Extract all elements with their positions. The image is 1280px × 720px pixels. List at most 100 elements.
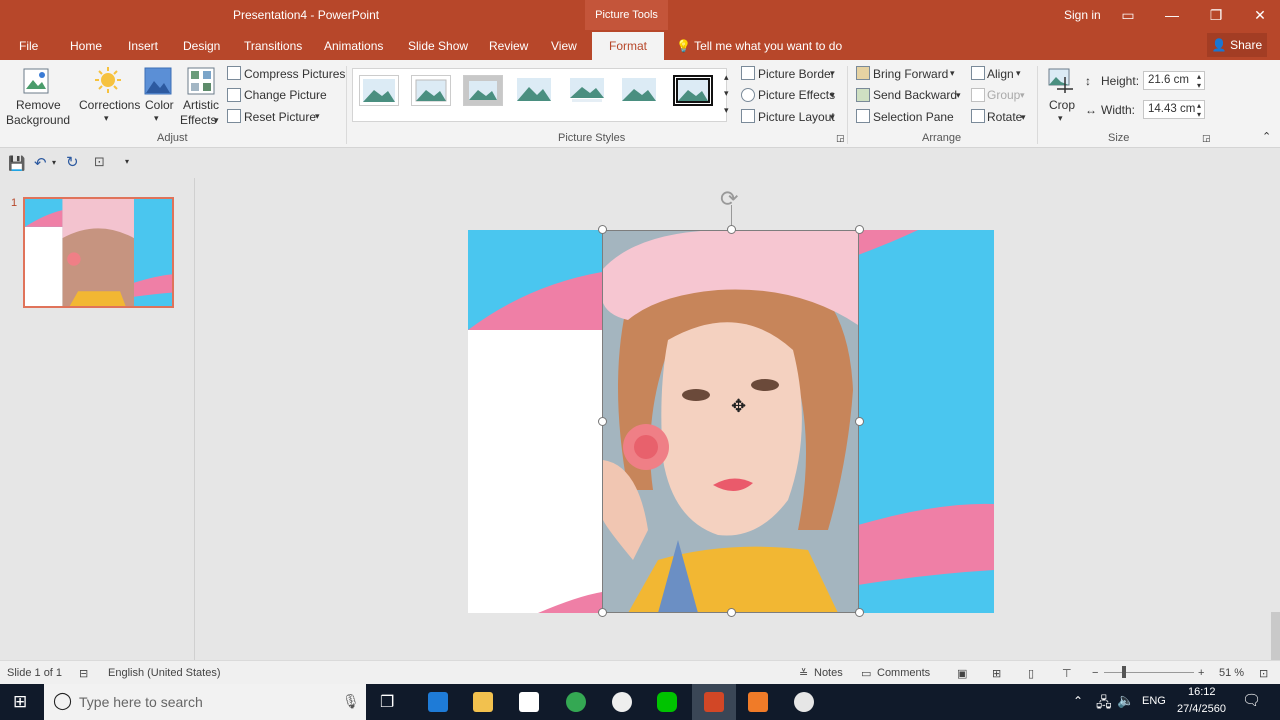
clock-date[interactable]: 27/4/2560 — [1177, 703, 1226, 715]
tab-home[interactable]: Home — [70, 39, 102, 53]
layout-dropdown-icon: ▾ — [830, 112, 835, 122]
volume-icon[interactable]: 🔈 — [1117, 692, 1134, 709]
zoom-in-icon[interactable]: + — [1198, 667, 1204, 679]
show-hidden-icons-icon[interactable]: ⌃ — [1073, 694, 1083, 708]
vertical-scrollbar[interactable] — [1271, 612, 1280, 660]
restore-button[interactable]: ❐ — [1194, 0, 1238, 30]
sign-in-link[interactable]: Sign in — [1064, 8, 1101, 22]
line-icon[interactable] — [657, 692, 677, 712]
send-backward-icon — [856, 88, 870, 102]
width-input[interactable]: 14.43 cm — [1143, 100, 1205, 119]
resize-handle-s[interactable] — [727, 608, 736, 617]
store-icon[interactable] — [519, 692, 539, 712]
artistic-effects-icon — [187, 67, 215, 95]
tell-me-box[interactable]: 💡 Tell me what you want to do — [676, 39, 842, 53]
fit-to-window-icon[interactable]: ⊡ — [1259, 667, 1268, 680]
task-view-icon[interactable]: ❐ — [380, 692, 394, 712]
align-dropdown-icon: ▾ — [1016, 68, 1021, 78]
zoom-slider[interactable] — [1104, 672, 1194, 673]
picture-styles-dialog-launcher-icon[interactable]: ◲ — [836, 133, 845, 144]
rotate-icon — [971, 109, 985, 123]
picture-style-5[interactable] — [568, 75, 608, 106]
move-cursor-icon: ✥ — [731, 396, 747, 416]
send-backward-dropdown-icon: ▾ — [956, 90, 961, 100]
slideshow-view-icon[interactable]: ⊤ — [1062, 667, 1072, 680]
resize-handle-ne[interactable] — [855, 225, 864, 234]
slide-thumbnail-preview — [25, 199, 172, 306]
gallery-more-icon[interactable]: ▾ — [724, 105, 729, 116]
share-button[interactable]: 👤 Share — [1207, 33, 1267, 57]
start-from-beginning-icon[interactable]: ⊡ — [94, 154, 105, 170]
picture-style-3[interactable] — [463, 75, 503, 106]
spelling-icon[interactable]: ⊟ — [79, 667, 88, 680]
zoom-out-icon[interactable]: − — [1092, 667, 1098, 679]
ribbon-display-options-icon[interactable]: ▭ — [1106, 0, 1150, 30]
resize-handle-sw[interactable] — [598, 608, 607, 617]
tab-slide-show[interactable]: Slide Show — [408, 39, 468, 53]
gallery-scroll-down-icon[interactable]: ▾ — [724, 88, 729, 99]
resize-handle-nw[interactable] — [598, 225, 607, 234]
normal-view-icon[interactable]: ▣ — [957, 667, 967, 680]
remove-background-icon — [23, 68, 49, 94]
corrections-label: Corrections — [79, 98, 141, 112]
slide-thumbnail[interactable] — [23, 197, 174, 308]
resize-handle-se[interactable] — [855, 608, 864, 617]
height-spinner-icon[interactable]: ▴ ▾ — [1197, 72, 1201, 90]
comments-button[interactable]: Comments — [877, 667, 930, 679]
tab-file[interactable]: File — [19, 39, 38, 53]
resize-handle-e[interactable] — [855, 417, 864, 426]
file-explorer-icon[interactable] — [473, 692, 493, 712]
app-icon[interactable] — [612, 692, 632, 712]
tab-insert[interactable]: Insert — [128, 39, 158, 53]
resize-handle-n[interactable] — [727, 225, 736, 234]
picture-style-2[interactable] — [411, 75, 451, 106]
powerpoint-icon — [704, 692, 724, 712]
reading-view-icon[interactable]: ▯ — [1028, 667, 1034, 680]
app-icon[interactable] — [748, 692, 768, 712]
redo-icon[interactable]: ↻ — [66, 153, 79, 171]
clock-time[interactable]: 16:12 — [1188, 686, 1216, 698]
tab-review[interactable]: Review — [489, 39, 528, 53]
taskbar-search-box[interactable]: ◯ Type here to search 🎙 — [44, 684, 366, 720]
zoom-slider-thumb[interactable] — [1122, 666, 1126, 678]
group-label: Group — [987, 88, 1021, 102]
windows-start-icon[interactable]: ⊞ — [13, 692, 27, 712]
rotate-handle-icon[interactable]: ⟳ — [720, 186, 738, 212]
zoom-level[interactable]: 51 % — [1219, 667, 1244, 679]
size-dialog-launcher-icon[interactable]: ◲ — [1202, 133, 1211, 144]
tab-animations[interactable]: Animations — [324, 39, 383, 53]
undo-dropdown-icon[interactable]: ▾ — [52, 158, 56, 167]
chrome-icon[interactable] — [566, 692, 586, 712]
customize-qat-icon[interactable]: ▾ — [125, 157, 129, 166]
picture-style-1[interactable] — [359, 75, 399, 106]
picture-layout-icon — [741, 109, 755, 123]
tab-transitions[interactable]: Transitions — [244, 39, 302, 53]
collapse-ribbon-icon[interactable]: ⌃ — [1262, 130, 1271, 143]
height-input[interactable]: 21.6 cm — [1143, 71, 1205, 90]
action-center-icon[interactable]: 🗨 — [1242, 691, 1261, 709]
edge-icon[interactable] — [428, 692, 448, 712]
gallery-scroll-up-icon[interactable]: ▴ — [724, 72, 729, 83]
style-preview-icon — [570, 78, 604, 102]
app-icon[interactable] — [794, 692, 814, 712]
language[interactable]: English (United States) — [108, 667, 221, 679]
close-button[interactable]: ✕ — [1238, 0, 1280, 30]
powerpoint-taskbar-button[interactable] — [692, 684, 736, 720]
minimize-button[interactable]: — — [1150, 0, 1194, 30]
width-spinner-icon[interactable]: ▴ ▾ — [1197, 101, 1201, 119]
group-icon — [971, 88, 985, 102]
picture-style-7[interactable] — [673, 75, 713, 106]
slide-sorter-icon[interactable]: ⊞ — [992, 667, 1001, 680]
tab-view[interactable]: View — [551, 39, 577, 53]
tab-format[interactable]: Format — [592, 32, 665, 60]
save-icon[interactable]: 💾 — [8, 155, 25, 172]
resize-handle-w[interactable] — [598, 417, 607, 426]
tab-design[interactable]: Design — [183, 39, 220, 53]
network-icon[interactable]: 🖧 — [1096, 692, 1112, 716]
undo-icon[interactable]: ↶ — [34, 154, 47, 172]
input-language[interactable]: ENG — [1142, 695, 1166, 707]
microphone-icon[interactable]: 🎙 — [342, 693, 360, 710]
picture-style-6[interactable] — [620, 75, 660, 106]
notes-button[interactable]: Notes — [814, 667, 843, 679]
picture-style-4[interactable] — [515, 75, 555, 106]
